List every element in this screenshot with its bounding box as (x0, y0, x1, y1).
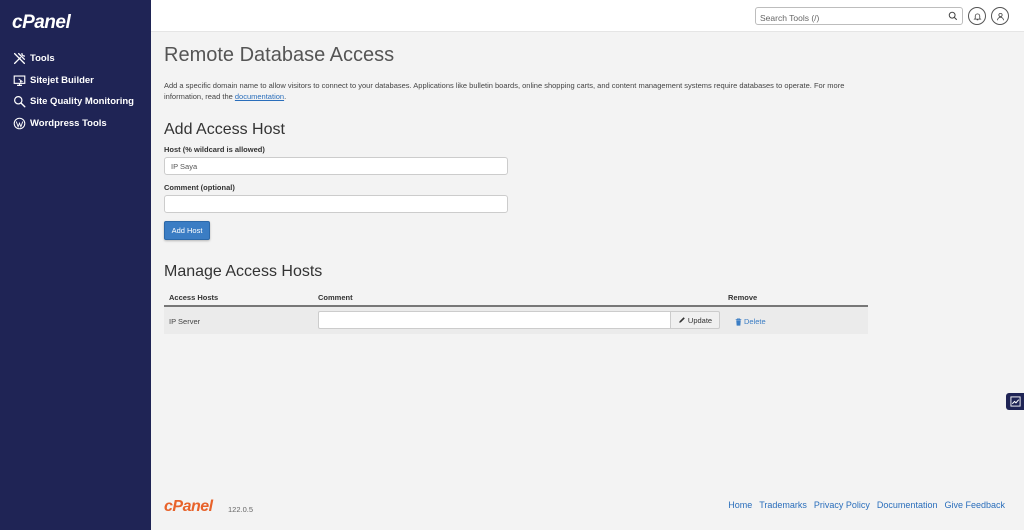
delete-label: Delete (744, 317, 766, 326)
host-input[interactable] (164, 157, 508, 175)
wordpress-icon (12, 116, 26, 130)
sitejet-icon (12, 73, 26, 87)
update-label: Update (687, 315, 713, 325)
manage-access-hosts-heading: Manage Access Hosts (164, 263, 323, 280)
comment-label: Comment (optional) (164, 183, 235, 192)
add-access-host-heading: Add Access Host (164, 121, 285, 138)
sidebar-item-tools[interactable]: Tools (0, 48, 151, 70)
description-suffix: . (284, 91, 287, 101)
trash-icon (735, 317, 742, 326)
notifications-button[interactable] (968, 7, 986, 25)
comment-input[interactable] (164, 195, 508, 213)
chart-icon (1009, 396, 1021, 407)
table-row: IP Server Update Delete (164, 307, 868, 334)
user-menu-button[interactable] (991, 7, 1009, 25)
documentation-link[interactable]: documentation (235, 92, 284, 101)
sidebar-item-label: Tools (30, 53, 55, 65)
user-icon (996, 12, 1004, 20)
footer-link-privacy-policy[interactable]: Privacy Policy (814, 500, 870, 510)
footer-links: Home Trademarks Privacy Policy Documenta… (728, 500, 1005, 510)
cpanel-logo[interactable]: cPanel (12, 12, 71, 34)
sidebar-item-site-quality[interactable]: Site Quality Monitoring (0, 91, 151, 113)
update-button[interactable]: Update (670, 311, 720, 329)
footer-link-trademarks[interactable]: Trademarks (759, 500, 807, 510)
sidebar-item-label: Wordpress Tools (30, 117, 107, 129)
delete-link[interactable]: Delete (735, 317, 766, 326)
column-header-comment: Comment (318, 293, 353, 302)
table-header: Access Hosts Comment Remove (164, 288, 868, 307)
footer-cpanel-logo[interactable]: cPanel (164, 498, 213, 516)
column-header-access-hosts: Access Hosts (169, 293, 219, 302)
footer-link-documentation[interactable]: Documentation (877, 500, 938, 510)
page-title: Remote Database Access (164, 44, 395, 66)
sidebar-item-label: Sitejet Builder (30, 74, 94, 86)
top-bar (151, 0, 1024, 32)
access-host-cell: IP Server (169, 317, 201, 326)
footer-link-home[interactable]: Home (728, 500, 752, 510)
row-comment-input[interactable] (318, 311, 671, 329)
sidebar: cPanel Tools Sitejet Builder Site Qualit… (0, 0, 151, 530)
version-text: 122.0.5 (228, 505, 254, 514)
sidebar-nav: Tools Sitejet Builder Site Quality Monit… (0, 48, 151, 134)
footer-link-give-feedback[interactable]: Give Feedback (944, 500, 1005, 510)
magnify-icon (12, 95, 26, 109)
add-host-button[interactable]: Add Host (164, 221, 210, 240)
analytics-tab[interactable] (1006, 393, 1024, 410)
sidebar-item-sitejet[interactable]: Sitejet Builder (0, 70, 151, 92)
column-header-remove: Remove (728, 293, 758, 302)
host-label: Host (% wildcard is allowed) (164, 145, 265, 154)
sidebar-item-wordpress[interactable]: Wordpress Tools (0, 113, 151, 135)
sidebar-item-label: Site Quality Monitoring (30, 96, 134, 108)
access-hosts-table: Access Hosts Comment Remove IP Server Up… (164, 288, 868, 334)
search-input[interactable] (756, 10, 941, 26)
pencil-icon (679, 317, 685, 323)
page-description: Add a specific domain name to allow visi… (164, 81, 864, 102)
bell-icon (973, 12, 981, 20)
tools-icon (12, 52, 26, 66)
search-icon[interactable] (948, 11, 958, 21)
search-box (755, 7, 963, 26)
